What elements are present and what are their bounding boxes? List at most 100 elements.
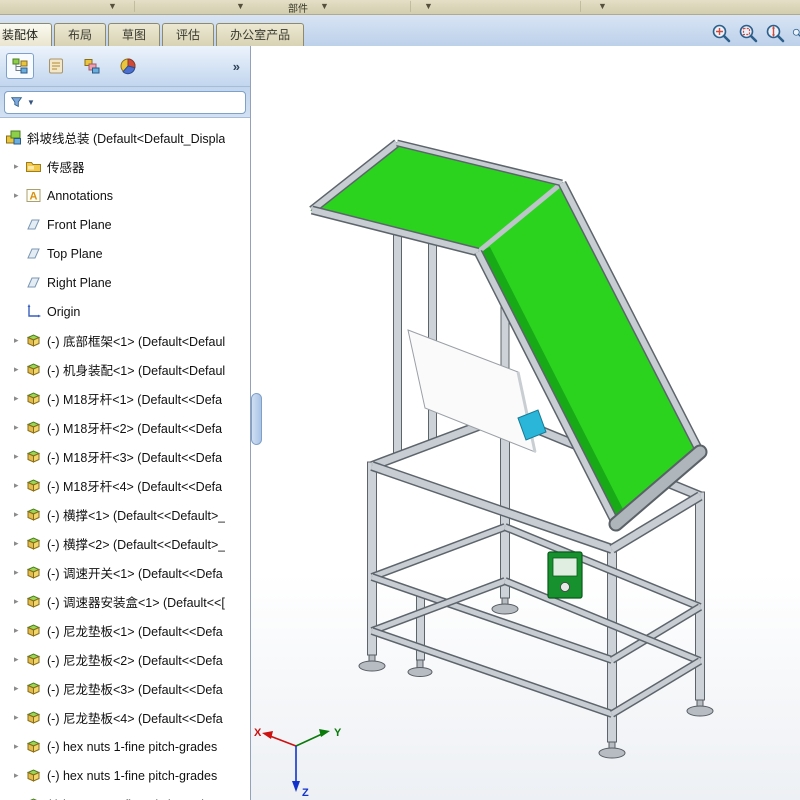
command-tab-1[interactable]: 布局 — [54, 23, 106, 46]
tree-item[interactable]: ▸ (-) M18牙杆<1> (Default<<Defa — [0, 384, 250, 413]
expand-arrow-icon[interactable]: ▸ — [14, 509, 25, 520]
zoom-to-area-button[interactable] — [738, 23, 758, 43]
tree-item[interactable]: ▸ (-) 调速器安装盒<1> (Default<<[ — [0, 587, 250, 616]
tree-item[interactable]: ▸ 传感器 — [0, 152, 250, 181]
command-manager-tab-bar: 装配体布局草图评估办公室产品 — [0, 15, 800, 47]
expand-arrow-icon[interactable]: ▸ — [14, 625, 25, 636]
part-icon — [25, 767, 42, 784]
tree-item[interactable]: ▸ (-) hex nuts 1-fine pitch-grades — [0, 732, 250, 761]
command-tab-3[interactable]: 评估 — [162, 23, 214, 46]
display-manager-tab[interactable] — [114, 53, 142, 79]
toolbar-dropdown-caret[interactable]: ▼ — [598, 1, 607, 11]
tree-item[interactable]: ▸ (-) hex nuts 1-fine pitch-grades — [0, 761, 250, 790]
part-icon — [25, 361, 42, 378]
tree-item[interactable]: ▸ (-) M18牙杆<2> (Default<<Defa — [0, 413, 250, 442]
display-manager-icon — [119, 57, 137, 75]
frame-leg — [696, 492, 705, 700]
tree-item[interactable]: Right Plane — [0, 268, 250, 297]
tree-item[interactable]: ▸ A Annotations — [0, 181, 250, 210]
tree-item[interactable]: Origin — [0, 297, 250, 326]
tree-item[interactable]: Front Plane — [0, 210, 250, 239]
part-icon — [25, 332, 42, 349]
clipped-tool-button[interactable] — [792, 23, 800, 43]
tree-item[interactable]: ▸ (-) 尼龙垫板<3> (Default<<Defa — [0, 674, 250, 703]
expand-arrow-icon[interactable]: ▸ — [14, 741, 25, 752]
command-tab-0[interactable]: 装配体 — [0, 23, 52, 46]
expand-arrow-icon[interactable]: ▸ — [14, 654, 25, 665]
tree-item[interactable]: ▸ (-) 底部框架<1> (Default<Defaul — [0, 326, 250, 355]
parts-menu-label[interactable]: 部件 — [288, 0, 308, 15]
expand-arrow-icon[interactable]: ▸ — [14, 393, 25, 404]
part-icon — [25, 535, 42, 552]
conveyor-assembly-model[interactable]: X Y Z — [250, 46, 800, 800]
toolbar-dropdown-caret[interactable]: ▼ — [108, 1, 117, 11]
expand-arrow-icon[interactable]: ▸ — [14, 683, 25, 694]
tree-item[interactable]: Top Plane — [0, 239, 250, 268]
tree-scrollbar[interactable] — [250, 116, 263, 800]
expand-arrow-icon[interactable]: ▸ — [14, 567, 25, 578]
command-tab-2[interactable]: 草图 — [108, 23, 160, 46]
part-icon — [25, 796, 42, 800]
filter-caret-icon[interactable]: ▼ — [27, 98, 35, 107]
expand-arrow-icon[interactable]: ▸ — [14, 712, 25, 723]
plane-icon — [25, 274, 42, 291]
part-icon — [25, 651, 42, 668]
plane-icon — [25, 245, 42, 262]
tree-scrollbar-thumb[interactable] — [251, 393, 262, 445]
toolbar-separator: │ — [132, 1, 138, 11]
expand-arrow-icon[interactable]: ▸ — [14, 422, 25, 433]
left-support-post — [394, 232, 402, 456]
feature-manager-icon — [11, 57, 29, 75]
solidworks-window: ▼ │ ▼ 部件 ▼ │ ▼ │ ▼ 装配体布局草图评估办公室产品 » ▼ 斜坡… — [0, 0, 800, 800]
panel-overflow-chevron[interactable]: » — [229, 59, 244, 74]
feature-tree: 斜坡线总装 (Default<Default_Displa ▸ 传感器 ▸ A … — [0, 118, 250, 800]
toolbar-dropdown-caret[interactable]: ▼ — [320, 1, 329, 11]
toolbar-dropdown-caret[interactable]: ▼ — [424, 1, 433, 11]
tree-item[interactable]: ▸ (-) 机身装配<1> (Default<Defaul — [0, 355, 250, 384]
part-icon — [25, 448, 42, 465]
toolbar-separator: │ — [578, 1, 584, 11]
zoom-in-out-button[interactable] — [765, 23, 785, 43]
command-tab-4[interactable]: 办公室产品 — [216, 23, 304, 46]
expand-arrow-icon[interactable]: ▸ — [14, 538, 25, 549]
tree-item[interactable]: ▸ (-) 尼龙垫板<2> (Default<<Defa — [0, 645, 250, 674]
expand-arrow-icon[interactable]: ▸ — [14, 480, 25, 491]
toolbar-dropdown-caret[interactable]: ▼ — [236, 1, 245, 11]
expand-arrow-icon[interactable]: ▸ — [14, 335, 25, 346]
tree-filter-row: ▼ — [0, 87, 250, 118]
part-icon — [25, 390, 42, 407]
expand-arrow-icon[interactable]: ▸ — [14, 451, 25, 462]
tree-item[interactable]: ▸ (-) 尼龙垫板<1> (Default<<Defa — [0, 616, 250, 645]
feature-manager-tab[interactable] — [6, 53, 34, 79]
tree-filter-combo[interactable]: ▼ — [4, 91, 246, 114]
main-area: » ▼ 斜坡线总装 (Default<Default_Displa ▸ 传感器 … — [0, 46, 800, 800]
zoom-to-fit-button[interactable] — [711, 23, 731, 43]
expand-arrow-icon[interactable]: ▸ — [14, 770, 25, 781]
tree-item[interactable]: ▸ (-) 横撑<2> (Default<<Default>_ — [0, 529, 250, 558]
triad-y-label: Y — [334, 727, 342, 739]
svg-text:A: A — [30, 191, 38, 203]
expand-arrow-icon[interactable]: ▸ — [14, 161, 25, 172]
expand-arrow-icon[interactable]: ▸ — [14, 190, 25, 201]
tree-item[interactable]: ▸ (-) 横撑<1> (Default<<Default>_ — [0, 500, 250, 529]
speed-controller — [548, 552, 582, 598]
feature-manager-panel: » ▼ 斜坡线总装 (Default<Default_Displa ▸ 传感器 … — [0, 46, 251, 800]
expand-arrow-icon[interactable]: ▸ — [14, 596, 25, 607]
tree-item[interactable]: ▸ (-) 尼龙垫板<4> (Default<<Defa — [0, 703, 250, 732]
part-icon — [25, 709, 42, 726]
part-icon — [25, 593, 42, 610]
menu-strip: ▼ │ ▼ 部件 ▼ │ ▼ │ ▼ — [0, 0, 800, 15]
expand-arrow-icon[interactable]: ▸ — [14, 364, 25, 375]
property-manager-tab[interactable] — [42, 53, 70, 79]
configuration-manager-tab[interactable] — [78, 53, 106, 79]
toolbar-separator: │ — [408, 1, 414, 11]
tree-item[interactable]: ▸ (-) 调速开关<1> (Default<<Defa — [0, 558, 250, 587]
tree-item[interactable]: 斜坡线总装 (Default<Default_Displa — [0, 123, 250, 152]
assembly-icon — [5, 129, 22, 146]
graphics-viewport[interactable]: X Y Z — [251, 46, 800, 800]
tree-item[interactable]: ▸ (-) M18牙杆<4> (Default<<Defa — [0, 471, 250, 500]
part-icon — [25, 477, 42, 494]
tree-item[interactable]: ▸ (-) hex nuts 1-fine pitch-grades — [0, 790, 250, 800]
tree-item[interactable]: ▸ (-) M18牙杆<3> (Default<<Defa — [0, 442, 250, 471]
manager-tab-toolbar: » — [0, 46, 250, 87]
